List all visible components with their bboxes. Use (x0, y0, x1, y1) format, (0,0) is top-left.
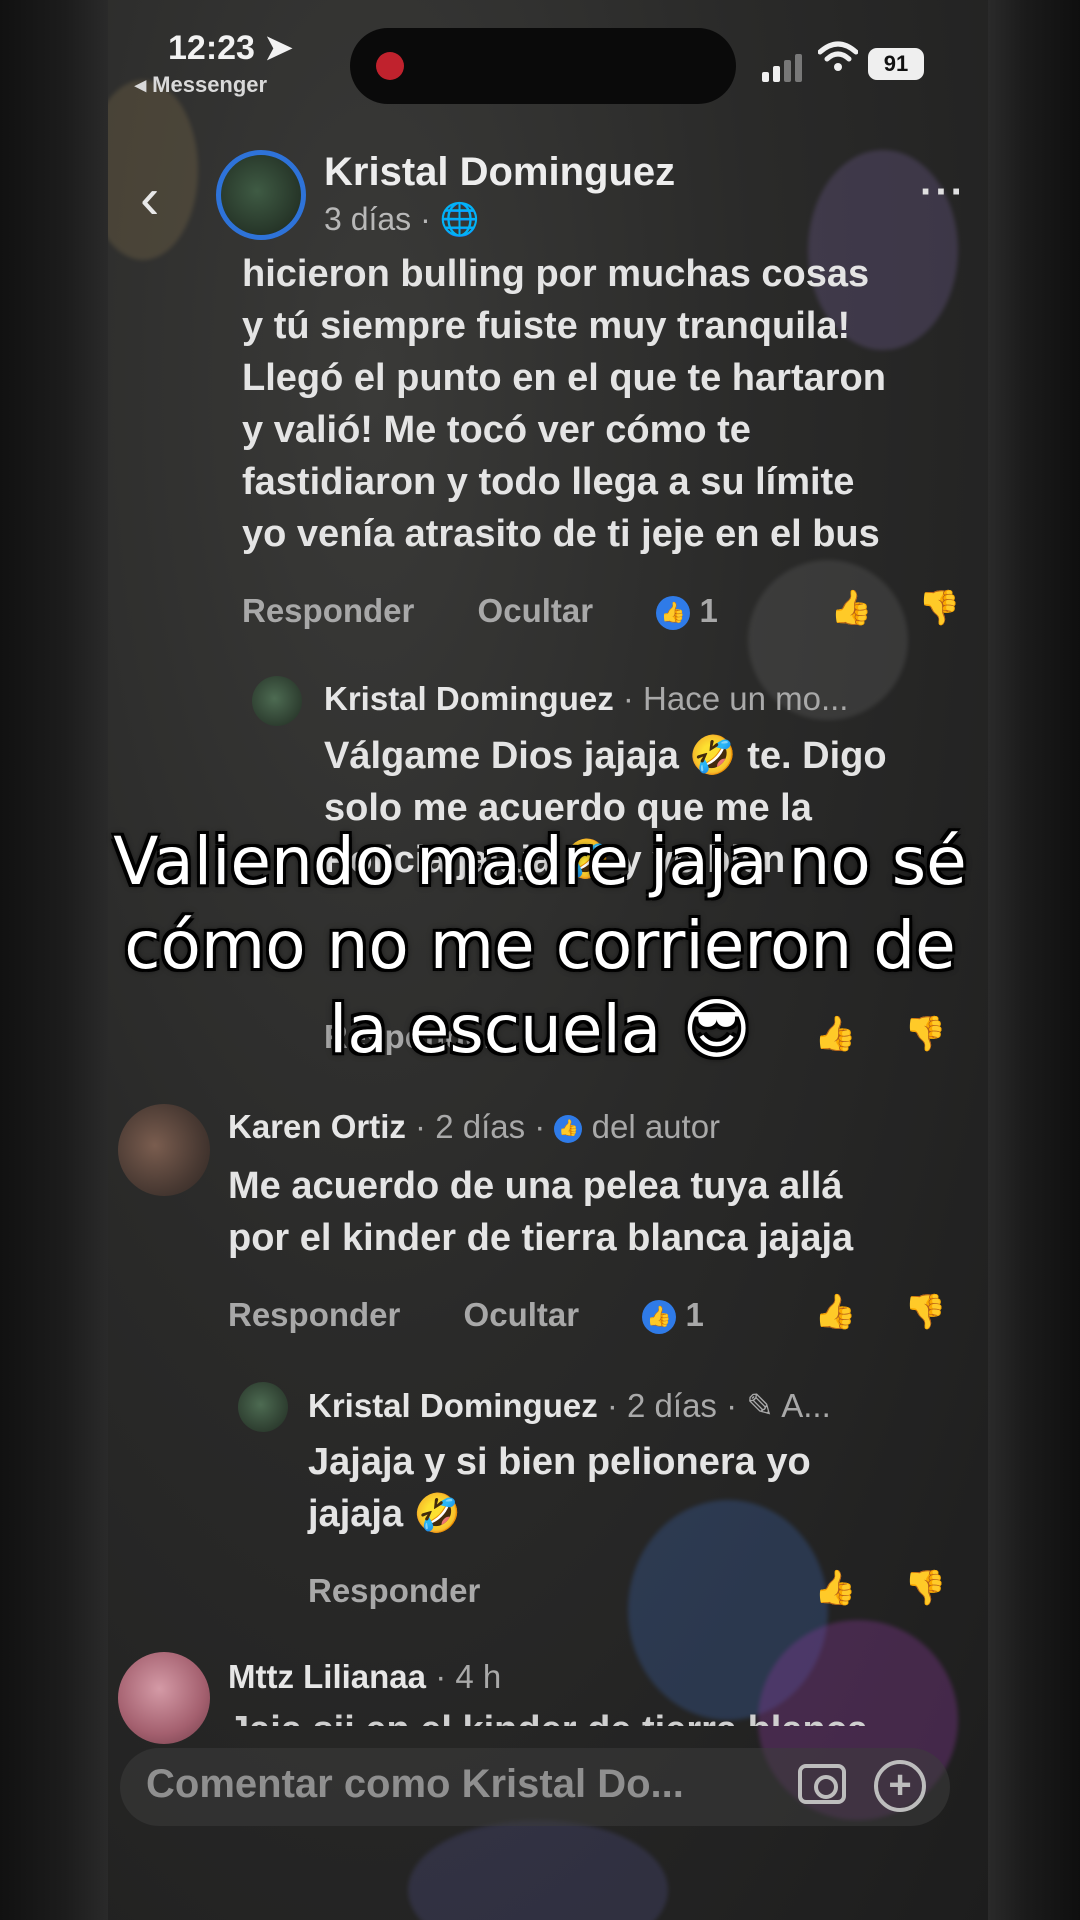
comment-line: Me acuerdo de una pelea tuya allá (228, 1165, 843, 1207)
hide-button[interactable]: Ocultar (464, 1296, 580, 1333)
comment-line: y valió! Me tocó ver cómo te (242, 409, 751, 451)
comment-line: y tú siempre fuiste muy tranquila! (242, 305, 851, 347)
recording-indicator (376, 52, 404, 80)
comment-line: Llegó el punto en el que te hartaron (242, 357, 886, 399)
reply-line: Válgame Dios jajaja 🤣 te. Digo (324, 735, 887, 777)
comment-text: hicieron bulling por muchas cosas y tú s… (242, 248, 886, 560)
author-badge: del autor (591, 1108, 721, 1145)
comment-text-partial: Jaja sii en el kinder de tierra blanca (228, 1700, 868, 1726)
reply-button[interactable]: Responder (242, 592, 414, 629)
reply-author[interactable]: Kristal Dominguez · 2 días · ✎ A... (308, 1386, 831, 1425)
reply-button[interactable]: Responder (228, 1296, 400, 1333)
avatar[interactable] (118, 1652, 210, 1744)
author-name[interactable]: Mttz Lilianaa (228, 1658, 426, 1695)
author-name[interactable]: Kristal Dominguez (324, 680, 614, 717)
comment-line: por el kinder de tierra blanca jajaja (228, 1217, 854, 1259)
reply-line: jajaja 🤣 (308, 1493, 461, 1535)
like-count: 1 (699, 592, 718, 629)
battery-icon: 91 (868, 48, 924, 80)
back-button[interactable]: ‹ (140, 170, 159, 228)
wifi-icon (818, 41, 858, 71)
location-arrow-icon: ➤ (264, 29, 293, 67)
author-badge-icon: 👍 (554, 1115, 583, 1144)
page-title[interactable]: Kristal Dominguez (324, 150, 675, 195)
dislike-icon[interactable]: 👎 (918, 588, 960, 628)
author-name[interactable]: Karen Ortiz (228, 1108, 406, 1145)
caption-line: Valiendo madre jaja no sé (113, 823, 967, 900)
reply-text: Jajaja y si bien pelionera yo jajaja 🤣 (308, 1436, 811, 1540)
avatar[interactable] (216, 150, 306, 240)
reply-meta: · 2 días · ✎ A... (597, 1387, 831, 1424)
bokeh-light (408, 1820, 668, 1920)
comment-meta: · 2 días · (405, 1108, 555, 1145)
like-icon: 👍 (642, 1300, 677, 1335)
like-icon[interactable]: 👍 (830, 588, 872, 628)
status-time: 12:23 ➤ (168, 29, 293, 67)
comment-line: fastidiaron y todo llega a su límite (242, 461, 855, 503)
caption-line: cómo no me corrieron de (124, 907, 956, 984)
caption-line: la escuela 😎 (328, 991, 752, 1068)
dislike-icon[interactable]: 👎 (904, 1568, 946, 1608)
reply-meta: · Hace un mo... (613, 680, 849, 717)
author-name[interactable]: Kristal Dominguez (308, 1387, 598, 1424)
reply-author[interactable]: Kristal Dominguez · Hace un mo... (324, 680, 848, 718)
avatar[interactable] (118, 1104, 210, 1196)
avatar[interactable] (252, 676, 302, 726)
dynamic-island (350, 28, 736, 104)
reply-line: Jajaja y si bien pelionera yo (308, 1441, 811, 1483)
like-icon: 👍 (656, 596, 691, 631)
avatar[interactable] (238, 1382, 288, 1432)
hide-button[interactable]: Ocultar (478, 592, 594, 629)
comment-author[interactable]: Mttz Lilianaa · 4 h (228, 1658, 501, 1696)
camera-icon[interactable] (798, 1764, 846, 1804)
comment-actions: Responder Ocultar 👍 1 (228, 1296, 704, 1335)
dislike-icon[interactable]: 👎 (904, 1292, 946, 1332)
post-meta: 3 días · 🌐 (324, 201, 480, 237)
comment-input[interactable]: Comentar como Kristal Do... (146, 1762, 684, 1807)
comment-line: yo venía atrasito de ti jeje en el bus (242, 513, 880, 555)
comment-meta: · 4 h (426, 1658, 502, 1695)
comment-line: hicieron bulling por muchas cosas (242, 253, 870, 295)
comment-author[interactable]: Karen Ortiz · 2 días · 👍 del autor (228, 1108, 720, 1146)
video-caption: Valiendo madre jaja no sé cómo no me cor… (40, 820, 1040, 1072)
signal-icon (762, 54, 802, 82)
comment-text: Me acuerdo de una pelea tuya allá por el… (228, 1160, 853, 1264)
like-icon[interactable]: 👍 (814, 1292, 856, 1332)
back-to-messenger[interactable]: ◂ Messenger (135, 72, 267, 98)
reply-button[interactable]: Responder (308, 1572, 480, 1610)
plus-icon[interactable]: + (874, 1760, 926, 1812)
like-count: 1 (685, 1296, 704, 1333)
like-icon[interactable]: 👍 (814, 1568, 856, 1608)
more-options-button[interactable]: ··· (920, 170, 966, 215)
comment-actions: Responder Ocultar 👍 1 (242, 592, 718, 631)
